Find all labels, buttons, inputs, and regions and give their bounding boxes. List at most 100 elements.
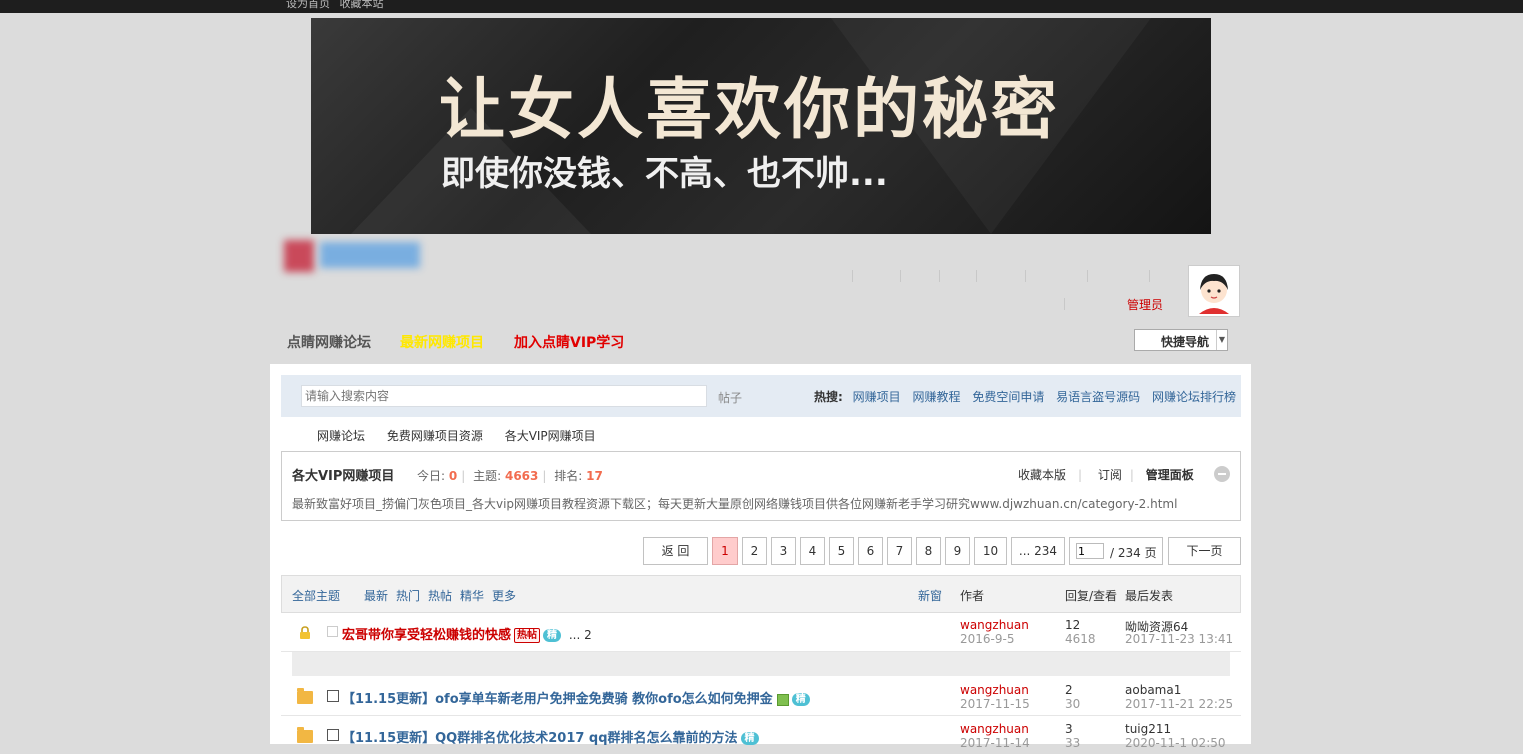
breadcrumb-item[interactable]: 各大VIP网赚项目	[505, 429, 596, 443]
view-count: 33	[1065, 736, 1081, 750]
filter-digest[interactable]: 精华	[460, 587, 484, 604]
reply-count[interactable]: 3	[1065, 722, 1073, 736]
hot-search-link[interactable]: 网赚项目	[853, 390, 901, 404]
ad-banner[interactable]: 让女人喜欢你的秘密 即使你没钱、不高、也不帅...	[311, 18, 1211, 234]
reply-count[interactable]: 12	[1065, 618, 1080, 632]
nav-latest-projects[interactable]: 最新网赚项目	[400, 332, 484, 352]
view-count: 30	[1065, 697, 1081, 711]
subscribe-link[interactable]: 订阅	[1098, 468, 1122, 482]
logo-text	[320, 242, 420, 268]
back-button[interactable]: 返 回	[643, 537, 708, 565]
page-number-input[interactable]	[1076, 543, 1104, 559]
user-links	[852, 270, 1152, 310]
forum-info-box: 各大VIP网赚项目 今日: 0 | 主题: 4663 | 排名: 17 收藏本版 | …	[281, 451, 1241, 521]
last-post-time[interactable]: 2017-11-21 22:25	[1125, 697, 1233, 711]
page-link[interactable]: 2	[742, 537, 767, 565]
thread-date: 2016-9-5	[960, 632, 1015, 646]
forum-actions: 收藏本版 | 订阅 | 管理面板	[1018, 468, 1194, 482]
collapse-icon[interactable]	[1214, 466, 1230, 482]
rank-value: 17	[586, 469, 603, 483]
thread-author[interactable]: wangzhuan	[960, 618, 1029, 632]
next-page-button[interactable]: 下一页	[1168, 537, 1241, 565]
select-checkbox[interactable]	[327, 729, 339, 741]
thread-title-wrap: 宏哥带你享受轻松赚钱的快感 热帖精 ... 2	[342, 624, 592, 643]
thread-title[interactable]: 【11.15更新】ofo享单车新老用户免押金免费骑 教你ofo怎么如何免押金	[342, 692, 773, 707]
digest-badge: 精	[740, 732, 759, 745]
filter-latest[interactable]: 最新	[364, 587, 388, 604]
column-author: 作者	[960, 589, 985, 603]
page-link[interactable]: 4	[800, 537, 825, 565]
user-avatar[interactable]	[1188, 265, 1240, 317]
quick-nav-button[interactable]: 快捷导航 ▼	[1134, 329, 1228, 351]
page-link[interactable]: 9	[945, 537, 970, 565]
page-link[interactable]: 7	[887, 537, 912, 565]
quick-nav-label: 快捷导航	[1161, 335, 1210, 349]
table-row: 【11.15更新】QQ群排名优化技术2017 qq群排名怎么靠前的方法精 wan…	[281, 716, 1241, 754]
banner-subtitle: 即使你没钱、不高、也不帅...	[441, 154, 888, 194]
thread-title[interactable]: 宏哥带你享受轻松赚钱的快感	[342, 628, 511, 643]
page-link[interactable]: 8	[916, 537, 941, 565]
thread-author[interactable]: wangzhuan	[960, 683, 1029, 697]
admin-panel-link[interactable]: 管理面板	[1146, 468, 1194, 482]
breadcrumb-item[interactable]: 免费网赚项目资源	[387, 429, 483, 443]
filter-more[interactable]: 更多	[492, 587, 516, 604]
page-link[interactable]: 5	[829, 537, 854, 565]
last-post-time[interactable]: 2020-11-1 02:50	[1125, 736, 1226, 750]
select-checkbox[interactable]	[327, 690, 339, 702]
reply-count[interactable]: 2	[1065, 683, 1073, 697]
page-jump: / 234 页	[1069, 537, 1163, 565]
filter-all-topics[interactable]: 全部主题	[292, 587, 340, 604]
nav-forum-home[interactable]: 点睛网赚论坛	[287, 332, 371, 352]
thread-author[interactable]: wangzhuan	[960, 722, 1029, 736]
thread-pages-link[interactable]: ... 2	[569, 628, 592, 642]
favorite-forum-link[interactable]: 收藏本版	[1018, 468, 1066, 482]
select-checkbox[interactable]	[327, 626, 338, 637]
hot-search-link[interactable]: 网赚论坛排行榜	[1152, 390, 1236, 404]
folder-icon	[297, 688, 313, 704]
new-window-toggle[interactable]: 新窗	[918, 587, 942, 604]
hot-search-link[interactable]: 易语言盗号源码	[1056, 390, 1140, 404]
image-attachment-icon	[776, 693, 789, 706]
forum-description: 最新致富好项目_捞偏门灰色项目_各大vip网赚项目教程资源下载区；每天更新大量原…	[292, 497, 1178, 511]
page-link[interactable]: 6	[858, 537, 883, 565]
banner-title: 让女人喜欢你的秘密	[439, 71, 1060, 148]
table-row: 宏哥带你享受轻松赚钱的快感 热帖精 ... 2 wangzhuan 2016-9-…	[281, 613, 1241, 652]
last-post-time[interactable]: 2017-11-23 13:41	[1125, 632, 1233, 646]
page-link-last[interactable]: ... 234	[1011, 537, 1065, 565]
last-post-user[interactable]: aobama1	[1125, 683, 1181, 697]
hot-search-link[interactable]: 网赚教程	[912, 390, 960, 404]
site-logo[interactable]	[270, 230, 435, 278]
thread-title-wrap: 【11.15更新】QQ群排名优化技术2017 qq群排名怎么靠前的方法精	[342, 727, 759, 746]
sticky-separator	[292, 652, 1230, 676]
hot-badge: 热帖	[514, 628, 541, 643]
thread-date: 2017-11-14	[960, 736, 1030, 750]
thread-title-wrap: 【11.15更新】ofo享单车新老用户免押金免费骑 教你ofo怎么如何免押金 精	[342, 688, 810, 707]
set-homepage-link[interactable]: 设为首页	[286, 0, 330, 10]
thread-list-header: 全部主题 最新 热门 热帖 精华 更多 新窗 作者 回复/查看 最后发表	[281, 575, 1241, 613]
hot-search-label: 热搜:	[814, 390, 843, 404]
admin-role-link[interactable]: 管理员	[1127, 296, 1163, 313]
search-input[interactable]	[301, 385, 707, 407]
page-link[interactable]: 3	[771, 537, 796, 565]
table-row: 【11.15更新】ofo享单车新老用户免押金免费骑 教你ofo怎么如何免押金精 …	[281, 677, 1241, 716]
forum-stats: 今日: 0 | 主题: 4663 | 排名: 17	[417, 469, 603, 483]
bookmark-site-link[interactable]: 收藏本站	[340, 0, 384, 10]
column-reply-view: 回复/查看	[1065, 589, 1118, 603]
page-link[interactable]: 10	[974, 537, 1007, 565]
search-type-select[interactable]: 帖子	[718, 389, 742, 406]
last-post-user[interactable]: tuig211	[1125, 722, 1171, 736]
today-label: 今日:	[417, 469, 446, 483]
forum-title: 各大VIP网赚项目	[292, 469, 395, 484]
hot-search-link[interactable]: 免费空间申请	[972, 390, 1044, 404]
chevron-down-icon: ▼	[1216, 330, 1227, 350]
nav-join-vip[interactable]: 加入点睛VIP学习	[514, 332, 624, 352]
breadcrumb-item[interactable]: 网赚论坛	[317, 429, 365, 443]
top-links: 设为首页 收藏本站	[286, 0, 390, 11]
page-link-current[interactable]: 1	[712, 537, 738, 565]
digest-badge: 精	[791, 693, 810, 706]
breadcrumb: 网赚论坛 免费网赚项目资源 各大VIP网赚项目	[317, 427, 614, 444]
digest-badge: 精	[543, 629, 562, 642]
filter-hot[interactable]: 热门	[396, 587, 420, 604]
filter-hot-posts[interactable]: 热帖	[428, 587, 452, 604]
topics-label: 主题:	[473, 469, 502, 483]
